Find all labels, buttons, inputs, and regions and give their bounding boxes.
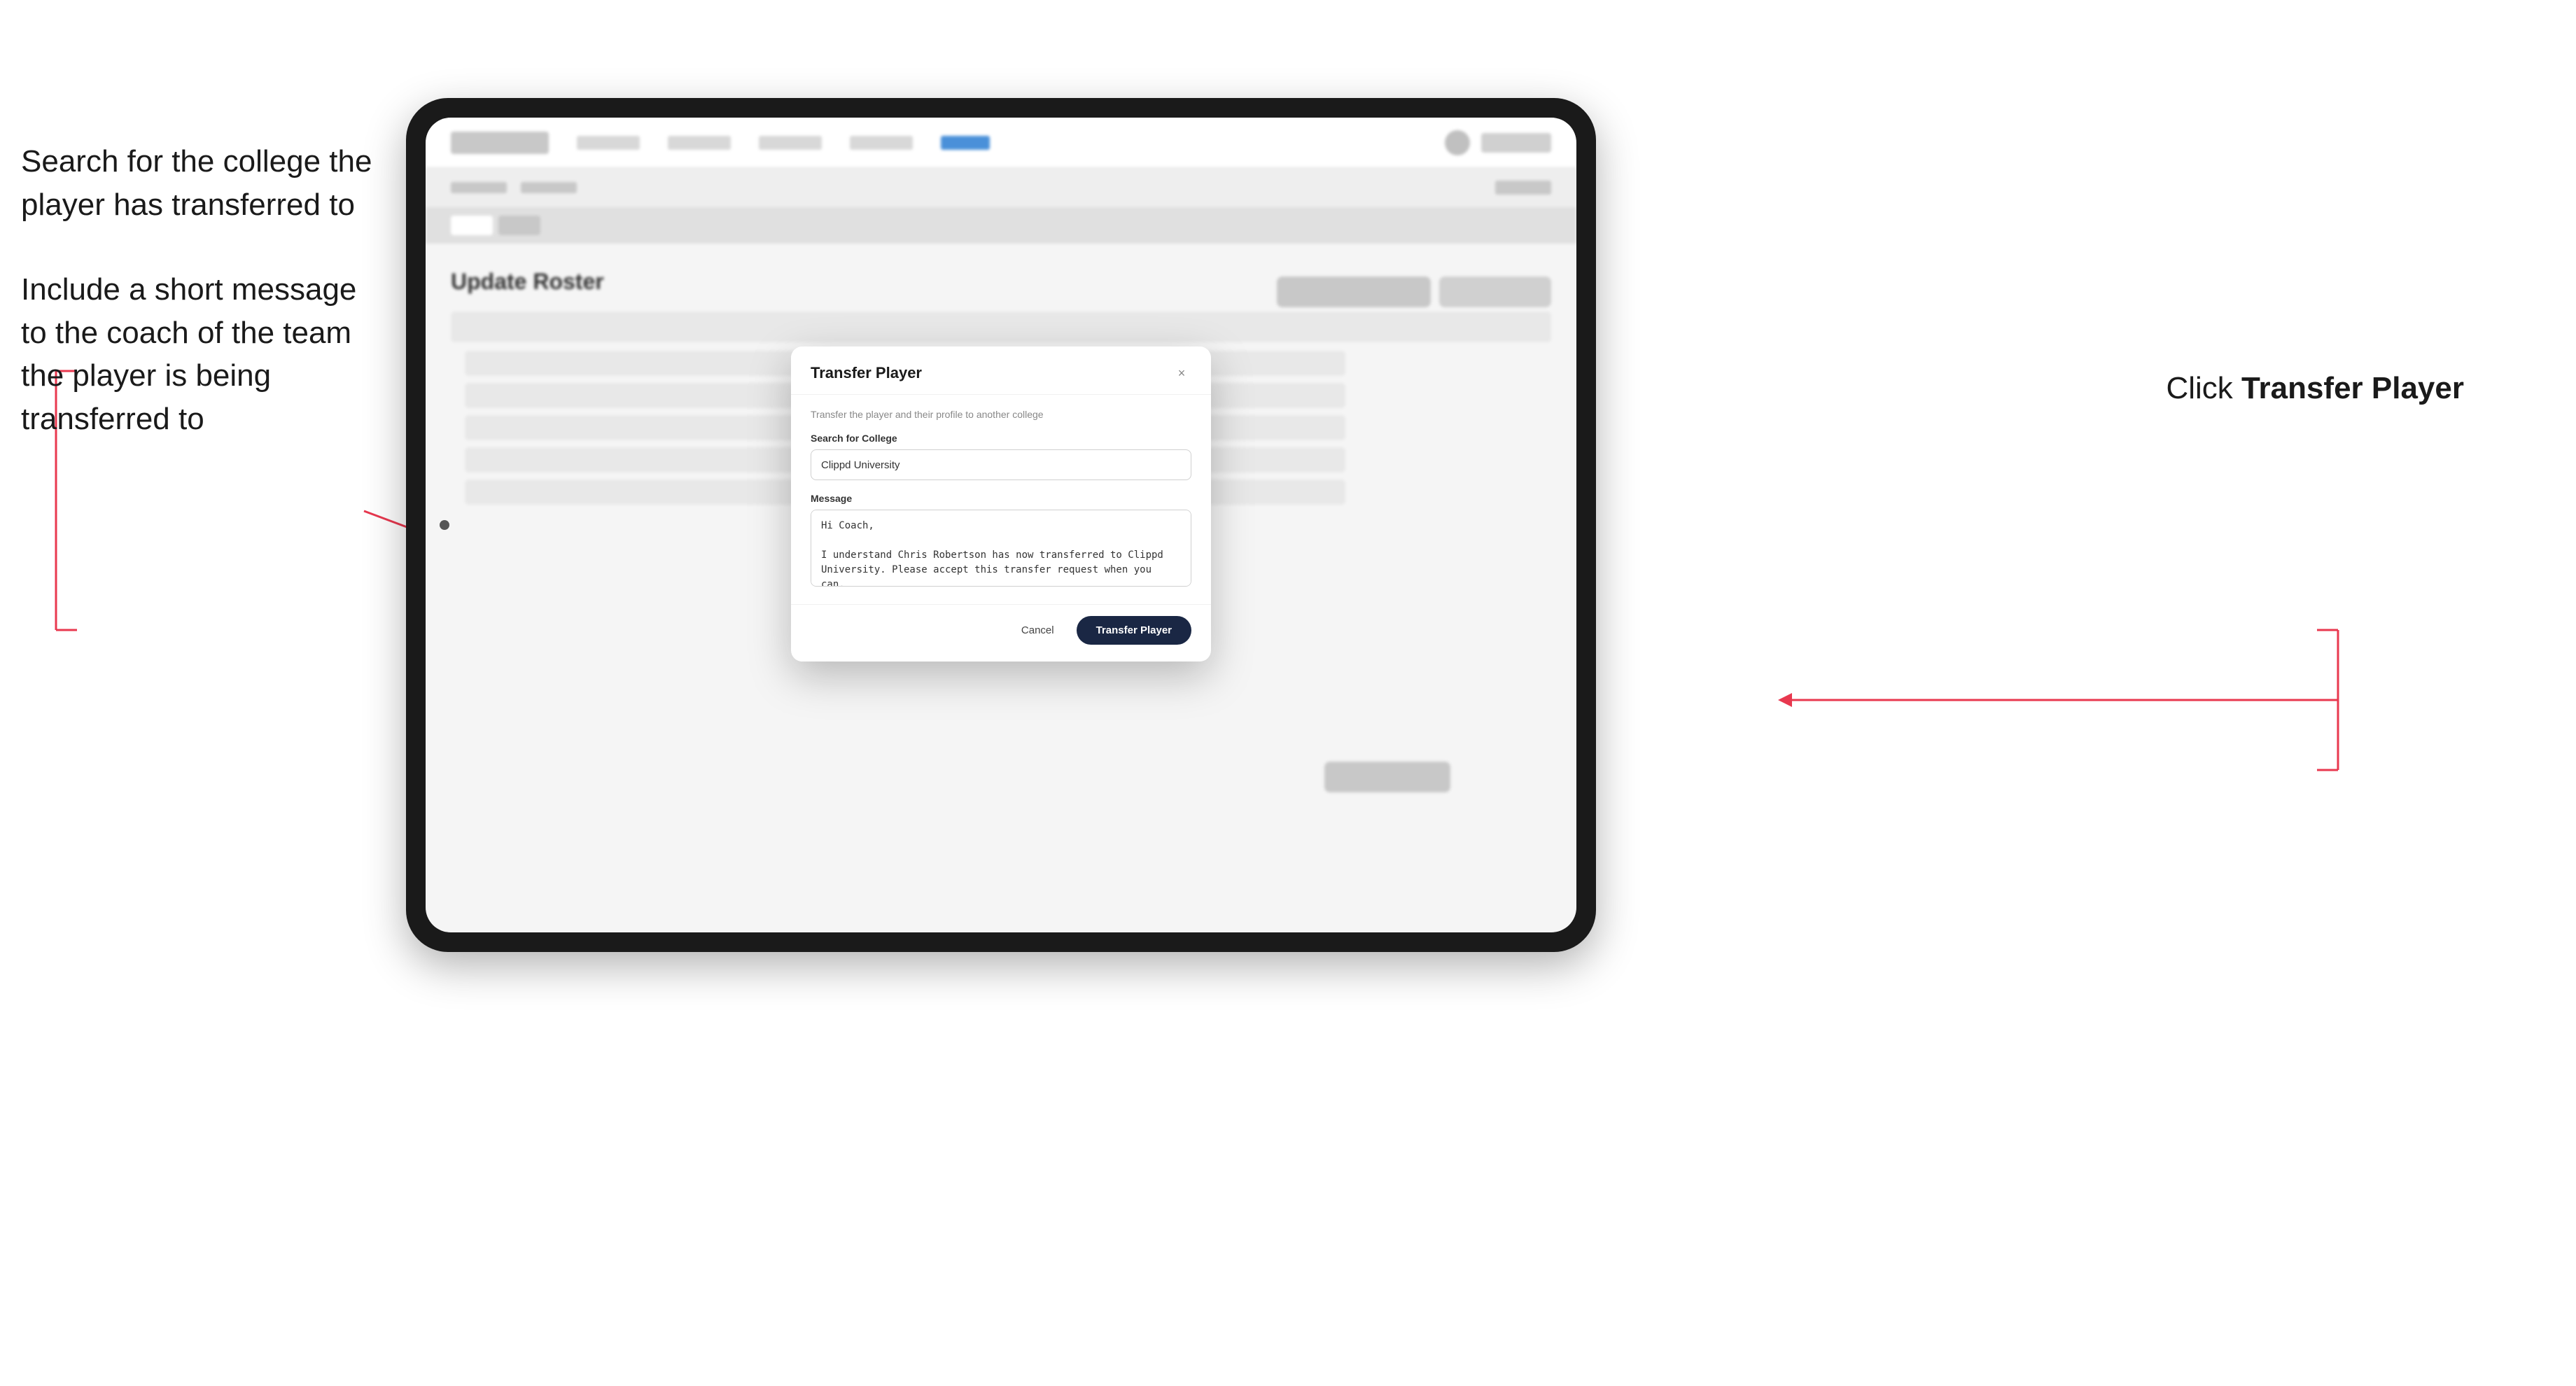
- bottom-action-btn: [1324, 762, 1450, 792]
- tablet-screen: Update Roster: [426, 118, 1576, 932]
- annotation-search-text: Search for the college the player has tr…: [21, 140, 385, 226]
- search-college-input[interactable]: [811, 449, 1191, 480]
- nav-item-3: [759, 136, 822, 150]
- tab-1: [498, 216, 540, 235]
- nav-logo: [451, 132, 549, 154]
- transfer-player-button[interactable]: Transfer Player: [1077, 616, 1191, 645]
- nav-item-1: [577, 136, 640, 150]
- message-label: Message: [811, 493, 1191, 504]
- nav-right: [1445, 130, 1551, 155]
- action-btn-1: [1277, 276, 1431, 307]
- search-college-label: Search for College: [811, 433, 1191, 444]
- nav-item-2: [668, 136, 731, 150]
- content-row-header: [451, 312, 1551, 342]
- tablet-device: Update Roster: [406, 98, 1596, 952]
- annotation-transfer-bold: Transfer Player: [2241, 371, 2464, 405]
- nav-item-4: [850, 136, 913, 150]
- app-tabs: [426, 207, 1576, 244]
- dialog-close-button[interactable]: ×: [1172, 363, 1191, 383]
- app-subbar: [426, 168, 1576, 207]
- dialog-body: Transfer the player and their profile to…: [791, 395, 1211, 604]
- tablet-edge-indicator: [440, 520, 449, 530]
- action-btn-2: [1439, 276, 1551, 307]
- annotation-message-text: Include a short message to the coach of …: [21, 268, 385, 440]
- transfer-player-dialog: Transfer Player × Transfer the player an…: [791, 346, 1211, 662]
- annotation-left-container: Search for the college the player has tr…: [21, 140, 385, 483]
- app-navbar: [426, 118, 1576, 168]
- dialog-footer: Cancel Transfer Player: [791, 604, 1211, 662]
- annotation-right-container: Click Transfer Player: [2166, 371, 2464, 406]
- subbar-right: [1495, 181, 1551, 195]
- annotation-click-prefix: Click: [2166, 371, 2241, 405]
- subbar-item-2: [521, 182, 577, 193]
- dialog-title: Transfer Player: [811, 364, 922, 382]
- cancel-button[interactable]: Cancel: [1010, 619, 1065, 642]
- nav-avatar: [1445, 130, 1470, 155]
- dialog-subtitle: Transfer the player and their profile to…: [811, 409, 1191, 420]
- subbar-item-1: [451, 182, 507, 193]
- message-textarea[interactable]: [811, 510, 1191, 587]
- dialog-header: Transfer Player ×: [791, 346, 1211, 395]
- nav-item-active: [941, 136, 990, 150]
- nav-button: [1481, 133, 1551, 153]
- tab-active: [451, 216, 493, 235]
